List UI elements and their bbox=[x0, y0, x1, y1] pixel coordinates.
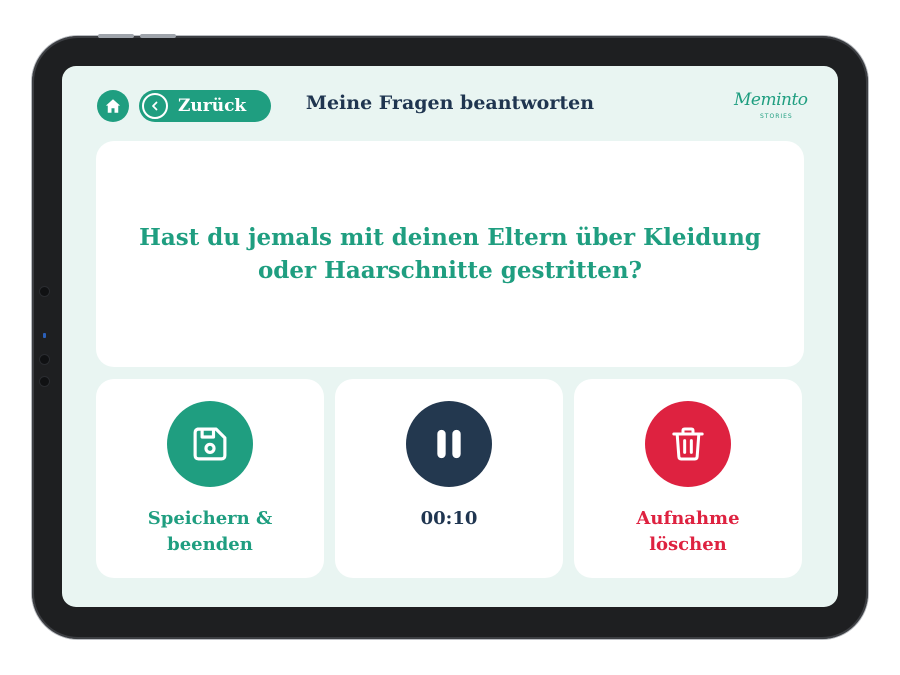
home-icon bbox=[105, 99, 121, 113]
question-line: oder Haarschnitte gestritten? bbox=[257, 257, 643, 284]
recording-timer: 00:10 bbox=[420, 508, 478, 529]
camera-lens bbox=[40, 377, 49, 386]
back-button-label: Zurück bbox=[178, 96, 247, 116]
home-button[interactable] bbox=[97, 90, 129, 122]
app-screen: Zurück Meine Fragen beantworten Meminto … bbox=[62, 66, 838, 607]
logo-subtext: STORIES bbox=[760, 113, 793, 120]
delete-recording-card[interactable]: Aufnahme löschen bbox=[574, 379, 802, 578]
page-title: Meine Fragen beantworten bbox=[305, 92, 595, 114]
question-text: Hast du jemals mit deinen Eltern über Kl… bbox=[110, 221, 790, 287]
delete-label-line: Aufnahme bbox=[636, 508, 740, 529]
save-and-finish-card[interactable]: Speichern & beenden bbox=[96, 379, 324, 578]
save-label-line: Speichern & bbox=[147, 508, 273, 529]
recording-timer-card[interactable]: 00:10 bbox=[335, 379, 563, 578]
delete-button-label: Aufnahme löschen bbox=[574, 506, 802, 558]
question-line: Hast du jemals mit deinen Eltern über Kl… bbox=[139, 224, 761, 251]
save-button[interactable] bbox=[167, 401, 253, 487]
camera-lens bbox=[40, 287, 49, 296]
question-card: Hast du jemals mit deinen Eltern über Kl… bbox=[96, 141, 804, 367]
trash-icon bbox=[672, 427, 704, 461]
delete-button[interactable] bbox=[645, 401, 731, 487]
chevron-left-icon bbox=[142, 93, 168, 119]
save-button-label: Speichern & beenden bbox=[96, 506, 324, 558]
pause-icon bbox=[437, 429, 461, 459]
volume-button bbox=[140, 34, 176, 38]
pause-button[interactable] bbox=[406, 401, 492, 487]
save-label-line: beenden bbox=[167, 534, 253, 555]
camera-indicator bbox=[43, 333, 46, 338]
back-button[interactable]: Zurück bbox=[139, 90, 271, 122]
logo-wordmark: Meminto bbox=[734, 90, 808, 110]
app-logo: Meminto STORIES bbox=[730, 88, 810, 124]
delete-label-line: löschen bbox=[649, 534, 727, 555]
volume-button bbox=[98, 34, 134, 38]
camera-lens bbox=[40, 355, 49, 364]
floppy-disk-icon bbox=[193, 427, 227, 461]
